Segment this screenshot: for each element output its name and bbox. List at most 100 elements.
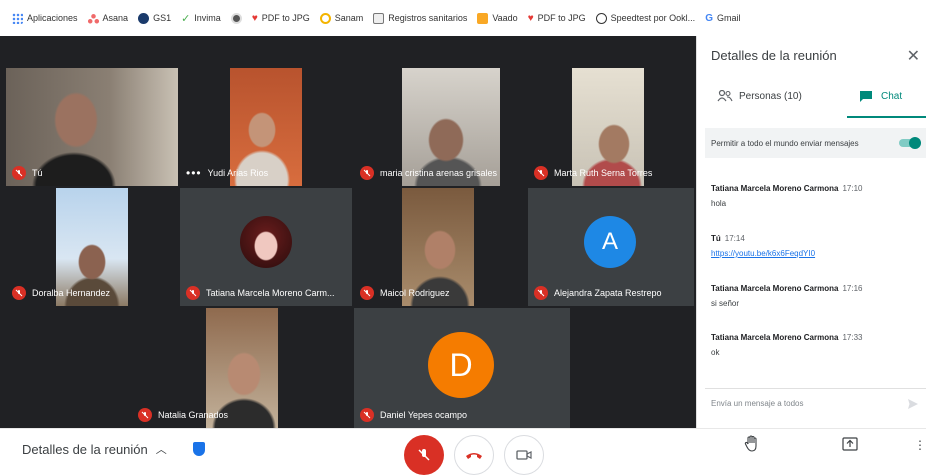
speedometer-icon — [595, 12, 607, 24]
people-icon — [717, 90, 733, 102]
participant-tile[interactable]: ••• Yudi Arias Rios — [180, 68, 352, 186]
present-screen-button[interactable] — [842, 437, 858, 456]
speaking-dots-icon: ••• — [186, 166, 202, 180]
participant-name: Doralba Hernandez — [32, 288, 111, 298]
checkmark-icon: ✓ — [181, 12, 191, 25]
meeting-details-panel: Detalles de la reunión ✕ Personas (10) C… — [696, 36, 926, 428]
bookmark-label: PDF to JPG — [537, 13, 586, 23]
chevron-up-icon: ︿ — [155, 444, 167, 456]
mic-off-icon — [534, 166, 548, 180]
meeting-details-button[interactable]: Detalles de la reunión ︿ — [22, 441, 205, 457]
bookmark-gs1[interactable]: GS1 — [138, 12, 172, 24]
participant-tile[interactable]: D Daniel Yepes ocampo — [354, 308, 570, 428]
bookmark-gmail[interactable]: G Gmail — [705, 13, 740, 24]
video-grid: Tú ••• Yudi Arias Rios maria cristina ar… — [0, 36, 696, 428]
participant-tile[interactable]: Doralba Hernandez — [6, 188, 178, 306]
sanam-icon — [319, 12, 331, 24]
present-icon — [842, 437, 858, 451]
bottom-toolbar: Detalles de la reunión ︿ ⋮ — [0, 428, 926, 475]
raise-hand-button[interactable] — [744, 435, 760, 458]
message-link[interactable]: https://youtu.be/k6x6FeqdYI0 — [711, 249, 921, 258]
message-time: 17:10 — [842, 184, 863, 193]
participant-name: Yudi Arias Rios — [207, 168, 269, 178]
gs1-icon — [138, 12, 150, 24]
permit-label: Permitir a todo el mundo enviar mensajes — [711, 138, 859, 148]
avatar-letter: D — [428, 332, 494, 398]
toggle-knob — [909, 137, 921, 149]
pdf-heart-icon: ♥ — [527, 12, 534, 24]
participant-name: Tatiana Marcela Moreno Carm... — [206, 288, 335, 298]
mic-off-icon — [360, 286, 374, 300]
participant-tile[interactable]: Maicol Rodriguez — [354, 188, 526, 306]
tab-people[interactable]: Personas (10) — [717, 90, 802, 102]
bookmark-pdf-to-jpg-2[interactable]: ♥ PDF to JPG — [528, 13, 586, 24]
participant-tile[interactable]: maria cristina arenas grisales — [354, 68, 526, 186]
message-time: 17:16 — [842, 284, 863, 293]
bookmark-label: GS1 — [153, 13, 172, 23]
bookmarks-bar: Aplicaciones Asana GS1 ✓ Invima ♥ PDF to… — [0, 0, 926, 36]
message-text: ok — [711, 348, 720, 357]
bookmark-label: Gmail — [716, 13, 741, 23]
message-text: si señor — [711, 299, 740, 308]
participant-label: maria cristina arenas grisales — [360, 166, 497, 180]
participant-tile[interactable]: Tatiana Marcela Moreno Carm... — [180, 188, 352, 306]
bookmark-vaado[interactable]: Vaado — [477, 12, 518, 24]
participant-tile[interactable]: Natalia Granados — [132, 308, 352, 428]
mic-toggle-button[interactable] — [404, 435, 444, 475]
bookmark-pdf-to-jpg[interactable]: ♥ PDF to JPG — [252, 13, 310, 24]
bookmark-label: Sanam — [334, 13, 364, 23]
leave-call-button[interactable] — [454, 435, 494, 475]
mic-off-icon — [360, 408, 374, 422]
avatar-letter: A — [584, 216, 636, 268]
hand-icon — [744, 435, 757, 452]
bookmark-aplicaciones[interactable]: Aplicaciones — [12, 12, 78, 24]
participant-name: maria cristina arenas grisales — [380, 168, 498, 178]
participant-label: Tatiana Marcela Moreno Carm... — [186, 286, 335, 300]
tab-chat-label: Chat — [881, 91, 903, 102]
message-time: 17:14 — [724, 234, 745, 243]
participant-tile[interactable]: Marta Ruth Serna Torres — [528, 68, 694, 186]
bookmark-sanam[interactable]: Sanam — [319, 12, 364, 24]
chrome-icon — [230, 12, 242, 24]
close-icon[interactable]: ✕ — [907, 46, 920, 66]
bookmark-invima[interactable]: ✓ Invima — [181, 12, 221, 25]
google-icon: G — [705, 12, 713, 24]
bookmark-label: Registros sanitarios — [388, 13, 468, 23]
chat-composer[interactable]: Envía un mensaje a todos — [705, 388, 926, 418]
participant-label: Maicol Rodriguez — [360, 286, 450, 300]
mic-off-icon — [186, 286, 200, 300]
document-icon — [373, 12, 385, 24]
chat-message: Tatiana Marcela Moreno Carmona 17:16 si s… — [711, 284, 921, 308]
bookmark-asana[interactable]: Asana — [87, 12, 128, 24]
participant-tile[interactable]: A Alejandra Zapata Restrepo — [528, 188, 694, 306]
message-text: hola — [711, 199, 727, 208]
send-icon[interactable] — [907, 398, 919, 410]
composer-placeholder: Envía un mensaje a todos — [711, 399, 804, 408]
participant-name: Alejandra Zapata Restrepo — [554, 288, 662, 298]
more-options-icon[interactable]: ⋮ — [914, 439, 926, 451]
message-time: 17:33 — [842, 333, 863, 342]
mic-off-icon — [138, 408, 152, 422]
message-sender: Tatiana Marcela Moreno Carmona — [711, 284, 839, 293]
apps-grid-icon — [12, 12, 23, 24]
active-tab-indicator — [847, 116, 926, 118]
participant-label: Natalia Granados — [138, 408, 228, 422]
asana-icon — [87, 12, 99, 24]
bookmark-registros[interactable]: Registros sanitarios — [373, 12, 468, 24]
participant-name: Natalia Granados — [158, 410, 229, 420]
bookmark-label: Invima — [194, 13, 221, 23]
message-sender: Tatiana Marcela Moreno Carmona — [711, 333, 839, 342]
participant-label: Doralba Hernandez — [12, 286, 110, 300]
tab-chat[interactable]: Chat — [859, 90, 902, 103]
participant-label: Tú — [12, 166, 43, 180]
bookmark-speedtest[interactable]: Speedtest por Ookl... — [595, 12, 695, 24]
mic-off-icon — [12, 286, 26, 300]
vaado-icon — [477, 12, 489, 24]
permit-toggle[interactable] — [899, 137, 921, 149]
camera-toggle-button[interactable] — [504, 435, 544, 475]
participant-tile[interactable]: Tú — [6, 68, 178, 186]
bookmark-chrome[interactable] — [230, 12, 242, 24]
chat-icon — [860, 91, 872, 102]
mic-off-icon — [360, 166, 374, 180]
participant-label: Daniel Yepes ocampo — [360, 408, 467, 422]
